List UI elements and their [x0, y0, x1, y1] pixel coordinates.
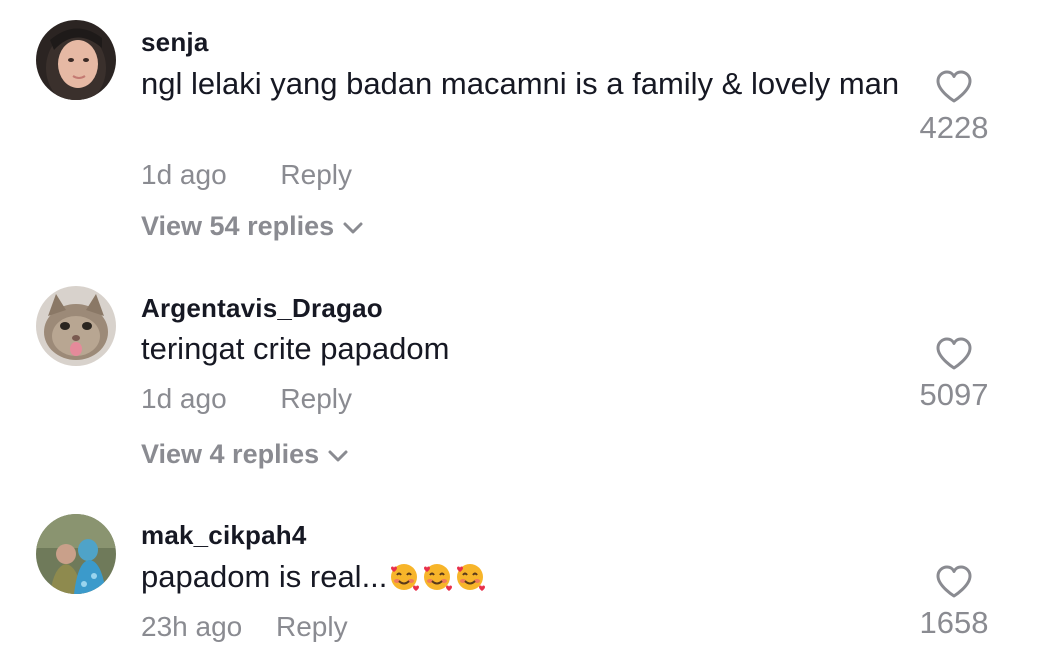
chevron-down-icon [343, 222, 363, 234]
chevron-down-icon [328, 450, 348, 462]
comment-text-content: papadom is real... [141, 559, 388, 594]
like-count: 5097 [919, 377, 989, 412]
comment-text: ngl lelaki yang badan macamni is a famil… [141, 66, 900, 101]
comment-username[interactable]: mak_cikpah4 [141, 520, 307, 551]
heart-outline-icon[interactable] [935, 565, 973, 599]
heart-outline-icon[interactable] [935, 337, 973, 371]
smiling-face-with-hearts-icon [457, 564, 486, 591]
comment-time: 23h ago [141, 611, 243, 642]
comment-meta: 1d ago Reply [141, 159, 352, 191]
avatar-cat-image [36, 286, 116, 366]
view-replies-label: View 54 replies [141, 211, 335, 241]
reply-button[interactable]: Reply [280, 159, 352, 190]
smiling-face-with-hearts-icon [424, 564, 453, 591]
smiling-face-with-hearts-icon [391, 564, 420, 591]
avatar[interactable] [36, 514, 116, 594]
like-control: 1658 [899, 565, 1009, 641]
avatar[interactable] [36, 286, 116, 366]
comment-username[interactable]: senja [141, 27, 209, 58]
avatar[interactable] [36, 20, 116, 100]
like-control: 4228 [899, 70, 1009, 146]
comment-time: 1d ago [141, 159, 227, 190]
avatar-girl-hijab-image [36, 20, 116, 100]
comment-text: papadom is real... [141, 556, 901, 598]
view-replies-button[interactable]: View 4 replies [141, 439, 349, 470]
comment-text: teringat crite papadom [141, 331, 450, 366]
like-count: 4228 [919, 110, 989, 145]
avatar-couple-image [36, 514, 116, 594]
like-control: 5097 [899, 337, 1009, 413]
view-replies-label: View 4 replies [141, 439, 320, 469]
heart-outline-icon[interactable] [935, 70, 973, 104]
comment-time: 1d ago [141, 383, 227, 414]
view-replies-button[interactable]: View 54 replies [141, 211, 364, 242]
like-count: 1658 [919, 605, 989, 640]
comment-meta: 23h ago Reply [141, 611, 348, 643]
reply-button[interactable]: Reply [280, 383, 352, 414]
reply-button[interactable]: Reply [276, 611, 348, 642]
comment-meta: 1d ago Reply [141, 383, 352, 415]
comment-username[interactable]: Argentavis_Dragao [141, 293, 383, 324]
emoji-group [387, 559, 486, 594]
